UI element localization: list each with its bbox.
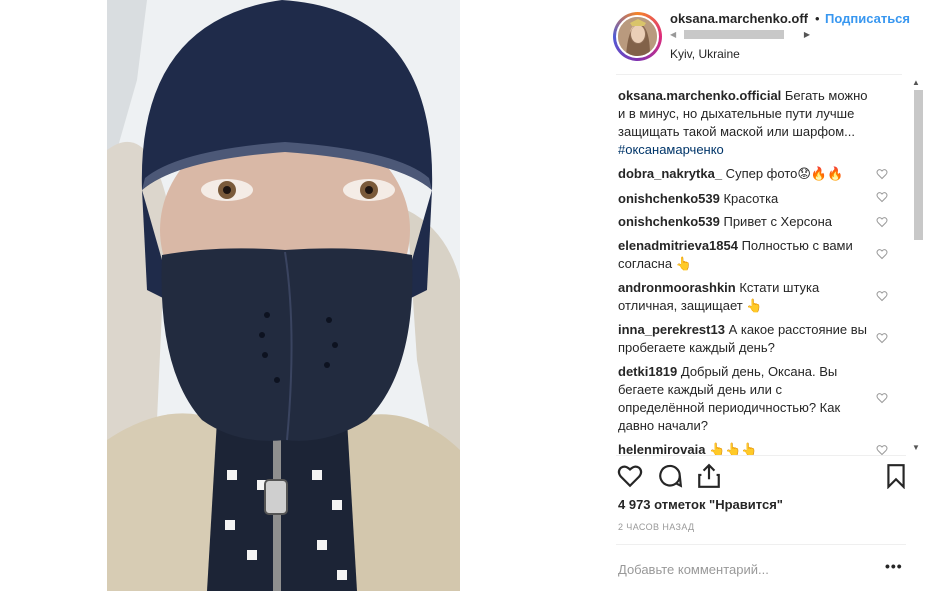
post-timestamp[interactable]: 2 ЧАСОВ НАЗАД bbox=[618, 522, 695, 532]
comment-username[interactable]: helenmirovaia bbox=[618, 442, 705, 455]
caption: oksana.marchenko.official Бегать можно и… bbox=[618, 87, 868, 159]
story-ring[interactable] bbox=[613, 12, 662, 61]
divider bbox=[616, 455, 906, 456]
scrollbar-thumb[interactable] bbox=[914, 90, 923, 240]
share-icon[interactable] bbox=[696, 463, 722, 489]
comment-text: Привет с Херсона bbox=[719, 214, 832, 229]
follow-button[interactable]: Подписаться bbox=[825, 11, 910, 26]
caption-hashtag[interactable]: #оксанамарченко bbox=[618, 142, 724, 157]
caption-username[interactable]: oksana.marchenko.official bbox=[618, 88, 781, 103]
separator-dot: • bbox=[815, 11, 820, 26]
scroll-down-icon[interactable]: ▼ bbox=[912, 443, 920, 452]
comment-text: Супер фото😟🔥🔥 bbox=[722, 166, 844, 181]
comment-username[interactable]: onishchenko539 bbox=[618, 191, 720, 206]
add-comment-input[interactable]: Добавьте комментарий... bbox=[618, 562, 769, 577]
post-header: oksana.marchenko.off • Подписаться ◀ ▶ K… bbox=[600, 0, 925, 74]
comments-list: oksana.marchenko.official Бегать можно и… bbox=[600, 75, 925, 455]
vertical-scrollbar[interactable]: ▲ ▼ bbox=[909, 76, 923, 454]
list-item: inna_perekrest13 А какое расстояние вы п… bbox=[618, 321, 868, 357]
more-options-button[interactable]: ••• bbox=[885, 558, 903, 574]
comment-icon[interactable] bbox=[657, 463, 683, 489]
comment-text: 👆👆👆 bbox=[705, 442, 758, 455]
comment-username[interactable]: andronmoorashkin bbox=[618, 280, 736, 295]
list-item: dobra_nakrytka_ Супер фото😟🔥🔥 bbox=[618, 165, 868, 183]
bookmark-icon[interactable] bbox=[883, 463, 909, 489]
post-side-panel: oksana.marchenko.off • Подписаться ◀ ▶ K… bbox=[600, 0, 925, 591]
heart-small-icon[interactable] bbox=[876, 248, 888, 260]
heart-small-icon[interactable] bbox=[876, 332, 888, 344]
post-media-area bbox=[0, 0, 600, 591]
list-item: andronmoorashkin Кстати штука отличная, … bbox=[618, 279, 868, 315]
post-author-username[interactable]: oksana.marchenko.off bbox=[670, 11, 808, 26]
scroll-up-icon[interactable]: ▲ bbox=[912, 78, 920, 87]
post-actions bbox=[600, 458, 925, 494]
horizontal-scrollbar[interactable]: ◀ ▶ bbox=[670, 28, 810, 41]
comment-text: Красотка bbox=[719, 191, 779, 206]
avatar-illustration bbox=[618, 17, 657, 56]
comment-username[interactable]: dobra_nakrytka_ bbox=[618, 166, 722, 181]
heart-small-icon[interactable] bbox=[876, 444, 888, 455]
list-item: elenadmitrieva1854 Полностью с вами согл… bbox=[618, 237, 868, 273]
heart-icon[interactable] bbox=[617, 463, 643, 489]
list-item: detki1819 Добрый день, Оксана. Вы бегает… bbox=[618, 363, 868, 435]
list-item: onishchenko539 Красотка bbox=[618, 190, 868, 208]
heart-small-icon[interactable] bbox=[876, 392, 888, 404]
divider bbox=[616, 544, 906, 545]
post-photo[interactable] bbox=[107, 0, 460, 591]
comment-username[interactable]: inna_perekrest13 bbox=[618, 322, 725, 337]
heart-small-icon[interactable] bbox=[876, 216, 888, 228]
comment-username[interactable]: elenadmitrieva1854 bbox=[618, 238, 738, 253]
scroll-right-icon[interactable]: ▶ bbox=[804, 28, 810, 41]
heart-small-icon[interactable] bbox=[876, 290, 888, 302]
heart-small-icon[interactable] bbox=[876, 168, 888, 180]
post-location[interactable]: Kyiv, Ukraine bbox=[670, 47, 740, 61]
heart-small-icon[interactable] bbox=[876, 191, 888, 203]
likes-count[interactable]: 4 973 отметок "Нравится" bbox=[618, 497, 783, 512]
selfie-illustration bbox=[107, 0, 460, 591]
avatar[interactable] bbox=[616, 15, 659, 58]
comment-username[interactable]: detki1819 bbox=[618, 364, 677, 379]
list-item: onishchenko539 Привет с Херсона bbox=[618, 213, 868, 231]
comment-username[interactable]: onishchenko539 bbox=[618, 214, 720, 229]
list-item: helenmirovaia 👆👆👆 bbox=[618, 441, 868, 455]
scroll-left-icon[interactable]: ◀ bbox=[670, 28, 676, 41]
scrollbar-thumb[interactable] bbox=[684, 30, 784, 39]
